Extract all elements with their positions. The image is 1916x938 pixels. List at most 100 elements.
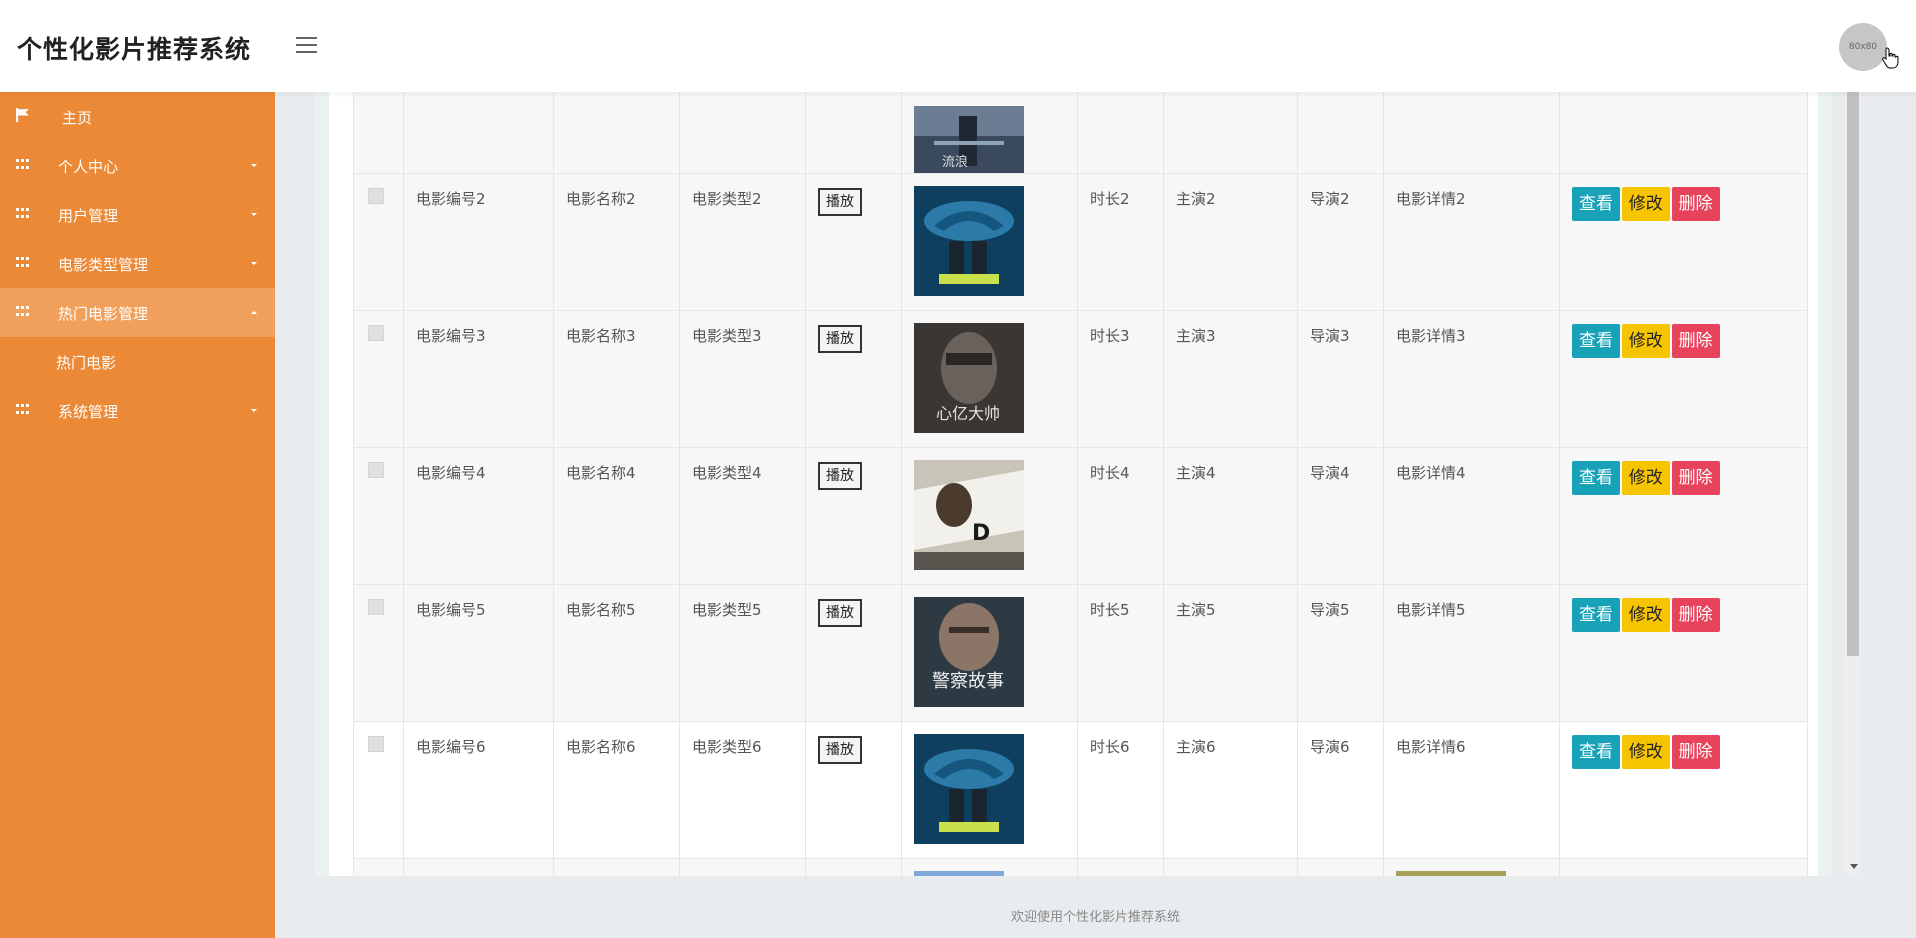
row-checkbox[interactable] [368,188,384,204]
chevron-down-icon [251,213,257,216]
table-row [353,858,1808,876]
movie-detail: 电影详情4 [1383,447,1560,585]
row-checkbox[interactable] [368,462,384,478]
row-checkbox[interactable] [368,599,384,615]
delete-button[interactable]: 删除 [1671,324,1720,358]
movie-type: 电影类型2 [679,173,806,311]
movie-poster-image [914,734,1024,844]
play-button[interactable]: 播放 [818,462,862,490]
sidebar: 主页 个人中心 用户管理 电影类型管理 热门电影管理 热门电影 系统管理 [0,92,275,938]
avatar[interactable]: 80x80 [1839,23,1887,71]
movie-id: 电影编号3 [403,310,554,448]
sidebar-subitem-hot-movies[interactable]: 热门电影 [0,337,275,386]
view-button[interactable]: 查看 [1572,598,1620,632]
sidebar-item-movie-type-management[interactable]: 电影类型管理 [0,239,275,288]
delete-button[interactable]: 删除 [1671,735,1720,769]
sidebar-item-user-management[interactable]: 用户管理 [0,190,275,239]
chevron-up-icon [251,311,257,314]
play-button[interactable]: 播放 [818,599,862,627]
movie-detail: 电影详情2 [1383,173,1560,311]
movie-poster-image: D [914,460,1024,570]
movie-name: 电影名称3 [553,310,680,448]
movie-id: 电影编号4 [403,447,554,585]
sidebar-item-personal-center[interactable]: 个人中心 [0,141,275,190]
table-panel: 流浪 电影编号2 电影名称2 电影类型2 播放 时长2 主演2 导演2 电影详情… [315,92,1832,876]
row-checkbox[interactable] [368,736,384,752]
sidebar-item-label: 个人中心 [58,158,119,176]
svg-text:D: D [972,521,990,546]
sidebar-item-label: 系统管理 [58,403,119,421]
grid-icon [16,208,29,219]
movie-name: 电影名称2 [553,173,680,311]
sidebar-item-label: 热门电影管理 [58,305,149,323]
footer: 欢迎使用个性化影片推荐系统 [275,876,1916,938]
movie-name: 电影名称4 [553,447,680,585]
sidebar-item-home[interactable]: 主页 [0,92,275,141]
movie-name: 电影名称5 [553,584,680,722]
movie-actor: 主演6 [1163,721,1298,859]
svg-text:警察故事: 警察故事 [932,671,1004,692]
flag-icon [16,108,29,122]
table-row: 电影编号6 电影名称6 电影类型6 播放 时长6 主演6 导演6 电影详情6 查… [353,721,1808,859]
edit-button[interactable]: 修改 [1621,461,1670,495]
table-row: 电影编号3 电影名称3 电影类型3 播放 心亿大帅 时长3 主演3 导演3 电影… [353,310,1808,448]
play-button[interactable]: 播放 [818,188,862,216]
movie-duration: 时长6 [1077,721,1164,859]
sidebar-item-label: 主页 [62,109,93,127]
movie-poster-image [914,186,1024,296]
edit-button[interactable]: 修改 [1621,187,1670,221]
view-button[interactable]: 查看 [1572,461,1620,495]
edit-button[interactable]: 修改 [1621,324,1670,358]
play-button[interactable]: 播放 [818,325,862,353]
chevron-down-icon [251,262,257,265]
chevron-down-icon [251,164,257,167]
table-row: 电影编号2 电影名称2 电影类型2 播放 时长2 主演2 导演2 电影详情2 查… [353,173,1808,311]
movie-duration: 时长4 [1077,447,1164,585]
hand-cursor-icon [1882,47,1899,69]
movie-id: 电影编号2 [403,173,554,311]
movie-director: 导演4 [1297,447,1384,585]
movie-director: 导演6 [1297,721,1384,859]
scrollbar[interactable] [1845,92,1861,876]
play-button[interactable]: 播放 [818,736,862,764]
delete-button[interactable]: 删除 [1671,187,1720,221]
movie-duration: 时长3 [1077,310,1164,448]
svg-text:流浪: 流浪 [942,155,968,170]
movie-id: 电影编号5 [403,584,554,722]
sidebar-item-hot-movie-management[interactable]: 热门电影管理 [0,288,275,337]
scroll-down-arrow-icon[interactable] [1850,864,1858,869]
edit-button[interactable]: 修改 [1621,598,1670,632]
movie-duration: 时长5 [1077,584,1164,722]
movie-type: 电影类型5 [679,584,806,722]
view-button[interactable]: 查看 [1572,324,1620,358]
movie-name: 电影名称6 [553,721,680,859]
sidebar-item-label: 电影类型管理 [58,256,149,274]
table-row: 电影编号5 电影名称5 电影类型5 播放 警察故事 时长5 主演5 导演5 电影… [353,584,1808,722]
movie-poster-image: 流浪 [914,106,1024,173]
movie-actor: 主演2 [1163,173,1298,311]
movie-duration: 时长2 [1077,173,1164,311]
grid-icon [16,404,29,415]
movie-actor: 主演4 [1163,447,1298,585]
edit-button[interactable]: 修改 [1621,735,1670,769]
movie-type: 电影类型4 [679,447,806,585]
view-button[interactable]: 查看 [1572,735,1620,769]
movie-detail: 电影详情3 [1383,310,1560,448]
grid-icon [16,159,29,170]
footer-text: 欢迎使用个性化影片推荐系统 [1010,910,1180,925]
view-button[interactable]: 查看 [1572,187,1620,221]
movie-poster-image: 警察故事 [914,597,1024,707]
chevron-down-icon [251,409,257,412]
sidebar-item-system-management[interactable]: 系统管理 [0,386,275,435]
delete-button[interactable]: 删除 [1671,461,1720,495]
movie-type: 电影类型6 [679,721,806,859]
movie-director: 导演5 [1297,584,1384,722]
row-checkbox[interactable] [368,325,384,341]
delete-button[interactable]: 删除 [1671,598,1720,632]
grid-icon [16,257,29,268]
menu-toggle-icon[interactable] [294,32,320,58]
movie-type: 电影类型3 [679,310,806,448]
movie-actor: 主演5 [1163,584,1298,722]
scrollbar-thumb[interactable] [1847,92,1859,656]
movie-director: 导演3 [1297,310,1384,448]
